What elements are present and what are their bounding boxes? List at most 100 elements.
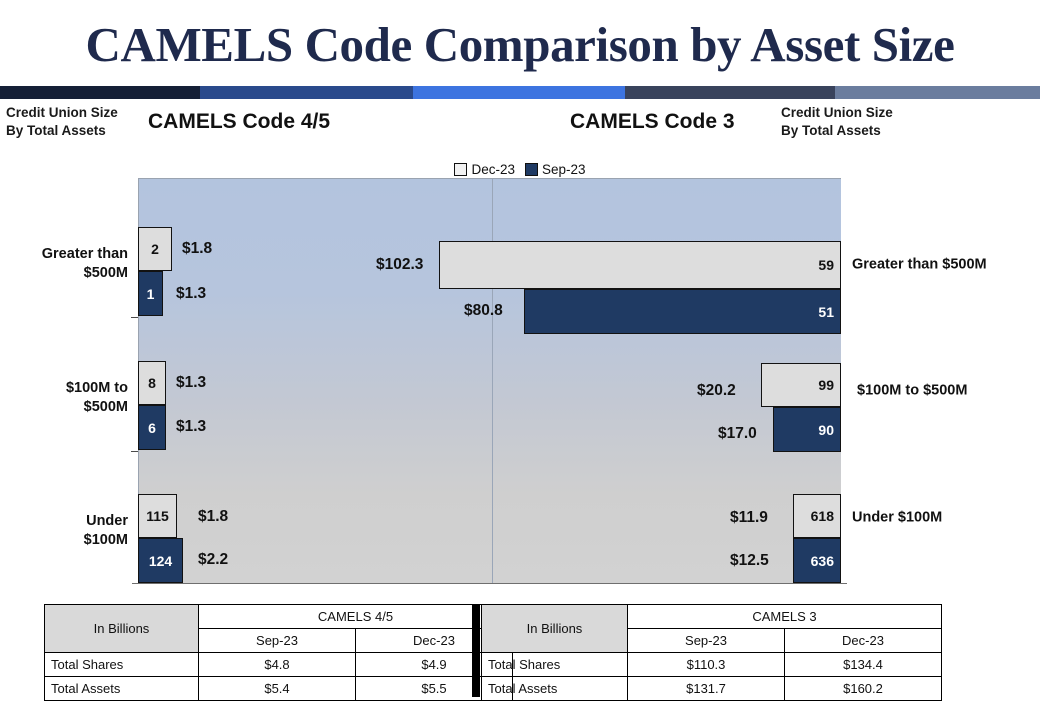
table-left-col-sep23: Sep-23 [198, 628, 356, 653]
bar-left-100m-500m-sep23: 6 [138, 405, 166, 450]
table-left-row1-label: Total Assets [44, 676, 199, 701]
bar-count-label: 1 [146, 285, 155, 302]
bar-value-label-left-r1-sep23: $1.3 [176, 418, 207, 435]
strip-segment-2 [199, 86, 413, 99]
legend-swatch-dec23-icon [454, 162, 468, 176]
table-row: In Billions CAMELS 4/5 [44, 604, 513, 653]
bar-value-label-right-r0-dec23: $102.3 [376, 256, 424, 273]
table-right-row0-dec: $134.4 [784, 652, 942, 677]
bar-count-label: 6 [148, 419, 156, 436]
right-axis-caption-line2: By Total Assets [781, 123, 881, 138]
summary-table-camels-45: In Billions CAMELS 4/5 Sep-23 Dec-23 Tot… [44, 604, 513, 701]
bar-count-label: 124 [148, 552, 173, 569]
left-cat-0-line1: Greater than [41, 246, 128, 262]
right-category-label-under-100m: Under $100M [852, 509, 943, 526]
table-row: Total Shares $110.3 $134.4 [481, 652, 942, 677]
bar-value-label-left-r2-sep23: $2.2 [198, 551, 229, 568]
table-right-group-header: CAMELS 3 [627, 604, 942, 629]
right-axis-caption: Credit Union Size By Total Assets [781, 104, 893, 140]
bar-count-label: 618 [810, 508, 834, 524]
table-right-row0-label: Total Shares [481, 652, 628, 677]
bar-left-greaterthan500m-dec23: 2 [138, 227, 172, 271]
panel-divider [492, 179, 493, 584]
left-axis-caption-line1: Credit Union Size [6, 105, 118, 120]
left-cat-2-line2: $100M [83, 532, 128, 548]
table-right-col-sep23: Sep-23 [627, 628, 785, 653]
bar-value-label-right-r2-dec23: $11.9 [730, 509, 768, 526]
legend-label-sep23: Sep-23 [541, 161, 586, 177]
bar-right-100m-500m-sep23: 90 [773, 407, 841, 452]
table-left-corner: In Billions [44, 604, 199, 653]
legend-item-sep23: Sep-23 [524, 161, 586, 177]
axis-tick-row1 [131, 451, 138, 452]
table-row: Total Shares $4.8 $4.9 [44, 652, 513, 677]
bar-value-label-left-r0-dec23: $1.8 [182, 240, 213, 257]
table-right-row0-sep: $110.3 [627, 652, 785, 677]
legend-item-dec23: Dec-23 [454, 162, 515, 177]
table-row: Total Assets $131.7 $160.2 [481, 676, 942, 701]
table-left-group-header: CAMELS 4/5 [198, 604, 513, 629]
axis-tick-row0 [131, 317, 138, 318]
bar-value-label-left-r2-dec23: $1.8 [198, 508, 229, 525]
bar-count-label: 59 [818, 257, 834, 273]
left-cat-0-line2: $500M [83, 265, 128, 281]
bar-count-label: 115 [146, 508, 169, 524]
legend-swatch-sep23-icon [524, 162, 538, 176]
left-cat-1-line1: $100M to [65, 380, 128, 396]
bar-count-label: 2 [151, 241, 159, 257]
bar-right-under100m-sep23: 636 [793, 538, 841, 583]
bar-left-greaterthan500m-sep23: 1 [138, 271, 163, 316]
table-right-row1-label: Total Assets [481, 676, 628, 701]
bar-value-label-right-r2-sep23: $12.5 [730, 552, 769, 569]
table-left-row0-sep: $4.8 [198, 652, 356, 677]
table-left-row0-label: Total Shares [44, 652, 199, 677]
chart-header-band: Credit Union Size By Total Assets Credit… [0, 100, 1040, 150]
bar-value-label-right-r1-dec23: $20.2 [697, 382, 736, 399]
table-right-row1-sep: $131.7 [627, 676, 785, 701]
bar-right-under100m-dec23: 618 [793, 494, 841, 538]
bar-left-under100m-sep23: 124 [138, 538, 183, 583]
table-row: In Billions CAMELS 3 [481, 604, 942, 653]
left-category-label-100m-500m: $100M to $500M [0, 379, 128, 417]
right-category-label-100m-500m: $100M to $500M [857, 382, 968, 399]
panel-title-camels-45: CAMELS Code 4/5 [148, 110, 331, 133]
chart-legend: Dec-23 Sep-23 [0, 161, 1040, 177]
bar-left-under100m-dec23: 115 [138, 494, 177, 538]
bar-count-label: 99 [818, 377, 834, 393]
strip-segment-1 [0, 86, 200, 99]
bar-count-label: 90 [818, 421, 834, 438]
table-row: Total Assets $5.4 $5.5 [44, 676, 513, 701]
table-right-corner: In Billions [481, 604, 628, 653]
bar-right-100m-500m-dec23: 99 [761, 363, 841, 407]
bottom-axis [132, 583, 847, 584]
bar-count-label: 636 [810, 552, 834, 569]
bar-count-label: 51 [818, 303, 834, 320]
left-category-label-greater-500m: Greater than $500M [0, 245, 128, 283]
table-right-row1-dec: $160.2 [784, 676, 942, 701]
left-axis-caption-line2: By Total Assets [6, 123, 106, 138]
strip-segment-4 [625, 86, 836, 99]
strip-segment-5 [835, 86, 1040, 99]
table-right-col-dec23: Dec-23 [784, 628, 942, 653]
summary-table-camels-3: In Billions CAMELS 3 Sep-23 Dec-23 Total… [481, 604, 942, 701]
bar-right-greaterthan500m-dec23: 59 [439, 241, 841, 289]
bar-value-label-left-r0-sep23: $1.3 [176, 285, 207, 302]
right-axis-caption-line1: Credit Union Size [781, 105, 893, 120]
legend-label-dec23: Dec-23 [471, 161, 515, 177]
table-left-row1-sep: $5.4 [198, 676, 356, 701]
left-axis-caption: Credit Union Size By Total Assets [6, 104, 118, 140]
decorative-color-strip [0, 86, 1040, 99]
right-category-label-greater-500m: Greater than $500M [852, 256, 987, 273]
bar-value-label-right-r1-sep23: $17.0 [718, 425, 757, 442]
bar-value-label-right-r0-sep23: $80.8 [464, 302, 503, 319]
strip-segment-3 [412, 86, 626, 99]
bar-left-100m-500m-dec23: 8 [138, 361, 166, 405]
left-cat-2-line1: Under [86, 513, 128, 529]
bar-count-label: 8 [148, 375, 156, 391]
table-separator-bar [472, 604, 480, 697]
page-title: CAMELS Code Comparison by Asset Size [85, 16, 955, 72]
left-cat-1-line2: $500M [83, 399, 128, 415]
panel-title-camels-3: CAMELS Code 3 [570, 110, 735, 133]
bar-right-greaterthan500m-sep23: 51 [524, 289, 841, 334]
left-category-label-under-100m: Under $100M [0, 512, 128, 550]
